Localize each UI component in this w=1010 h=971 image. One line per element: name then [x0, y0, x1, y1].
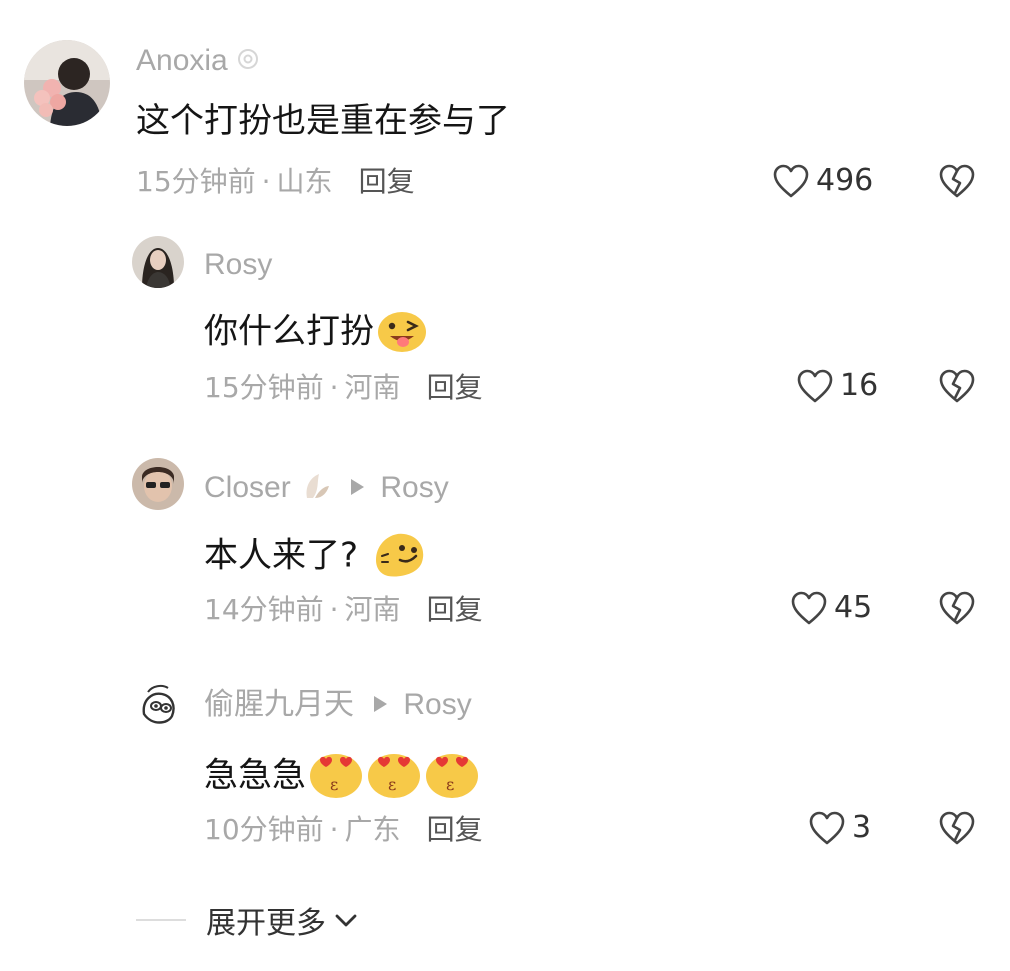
- comment-item: Anoxia 这个打扮也是重在参与了 15分钟前 · 山东 回复 496: [0, 0, 1010, 230]
- heart-eyes-kiss-emoji-icon: ε: [308, 748, 364, 806]
- heart-outline-icon: [791, 591, 827, 625]
- heart-outline-icon: [809, 811, 845, 845]
- username[interactable]: Anoxia: [136, 46, 260, 77]
- dislike-button[interactable]: [938, 368, 976, 408]
- svg-text:ε: ε: [330, 775, 338, 794]
- comment-meta: 14分钟前 · 河南 回复: [204, 596, 483, 624]
- heart-outline-icon: [773, 164, 809, 198]
- broken-heart-icon: [939, 591, 975, 625]
- divider-line: [136, 919, 186, 921]
- username-text[interactable]: Anoxia: [136, 44, 228, 77]
- comment-text-content: 你什么打扮: [204, 311, 374, 352]
- comment-text-content: 急急急: [204, 755, 306, 796]
- badge-icon: [236, 47, 260, 77]
- heart-eyes-kiss-emoji-icon: ε: [366, 748, 422, 806]
- comment-text: 本人来了?: [204, 528, 428, 586]
- smirk-emoji-icon: [370, 528, 428, 586]
- comment-text-content: 本人来了?: [204, 535, 359, 576]
- dislike-button[interactable]: [938, 590, 976, 630]
- comment-meta: 10分钟前 · 广东 回复: [204, 816, 483, 844]
- like-count: 496: [816, 163, 874, 198]
- username[interactable]: Rosy: [204, 250, 272, 280]
- reply-button[interactable]: 回复: [427, 593, 483, 626]
- like-count: 16: [840, 368, 879, 403]
- like-button[interactable]: 3: [808, 810, 871, 846]
- like-count: 45: [834, 590, 873, 625]
- reply-to-username[interactable]: Rosy: [380, 471, 448, 504]
- timestamp: 10分钟前: [204, 813, 324, 846]
- username[interactable]: 偷腥九月天 Rosy: [204, 690, 472, 720]
- avatar[interactable]: [132, 236, 184, 288]
- separator: ·: [329, 593, 339, 626]
- wink-tongue-emoji-icon: [376, 306, 428, 360]
- comment-text: 急急急 ε ε ε: [204, 748, 480, 806]
- heart-eyes-kiss-emoji-icon: ε: [424, 748, 480, 806]
- avatar[interactable]: [132, 680, 184, 732]
- like-button[interactable]: 45: [790, 590, 872, 626]
- expand-more-button[interactable]: 展开更多: [136, 898, 360, 942]
- comment-meta: 15分钟前 · 山东 回复: [136, 168, 415, 196]
- heart-outline-icon: [797, 369, 833, 403]
- comment-text: 你什么打扮: [204, 306, 428, 360]
- comment-text: 这个打扮也是重在参与了: [136, 101, 510, 141]
- chevron-down-icon: [335, 914, 357, 927]
- broken-heart-icon: [939, 811, 975, 845]
- username[interactable]: Closer Rosy: [204, 470, 449, 508]
- username-text[interactable]: Closer: [204, 471, 291, 504]
- comment-item: Rosy 你什么打扮 15分钟前 · 河南 回复 16: [0, 230, 1010, 450]
- reply-to-arrow-icon: [374, 696, 388, 713]
- location: 山东: [276, 165, 333, 198]
- timestamp: 14分钟前: [204, 593, 324, 626]
- location: 河南: [344, 371, 401, 404]
- like-button[interactable]: 496: [772, 163, 873, 199]
- dislike-button[interactable]: [938, 810, 976, 850]
- broken-heart-icon: [939, 369, 975, 403]
- location: 广东: [344, 813, 401, 846]
- like-count: 3: [852, 810, 872, 845]
- like-button[interactable]: 16: [796, 368, 878, 404]
- timestamp: 15分钟前: [204, 371, 324, 404]
- avatar[interactable]: [132, 458, 184, 510]
- dislike-button[interactable]: [938, 163, 976, 203]
- timestamp: 15分钟前: [136, 165, 256, 198]
- username-text[interactable]: Rosy: [204, 248, 272, 281]
- avatar[interactable]: [24, 40, 110, 126]
- comment-item: 偷腥九月天 Rosy 急急急 ε ε ε 10分钟前 · 广东 回复 3: [0, 670, 1010, 880]
- separator: ·: [261, 165, 271, 198]
- svg-text:ε: ε: [388, 775, 396, 794]
- reply-to-arrow-icon: [351, 479, 365, 495]
- separator: ·: [329, 371, 339, 404]
- comment-item: Closer Rosy 本人来了? 14分钟前 · 河南 回复 45: [0, 450, 1010, 670]
- separator: ·: [329, 813, 339, 846]
- reply-to-username[interactable]: Rosy: [403, 688, 471, 721]
- expand-more-label: 展开更多: [206, 906, 326, 941]
- broken-heart-icon: [939, 164, 975, 198]
- reply-button[interactable]: 回复: [427, 371, 483, 404]
- comment-meta: 15分钟前 · 河南 回复: [204, 374, 483, 402]
- location: 河南: [344, 593, 401, 626]
- leaf-badge-icon: [299, 470, 331, 508]
- svg-text:ε: ε: [446, 775, 454, 794]
- reply-button[interactable]: 回复: [359, 165, 415, 198]
- username-text[interactable]: 偷腥九月天: [204, 688, 354, 721]
- reply-button[interactable]: 回复: [427, 813, 483, 846]
